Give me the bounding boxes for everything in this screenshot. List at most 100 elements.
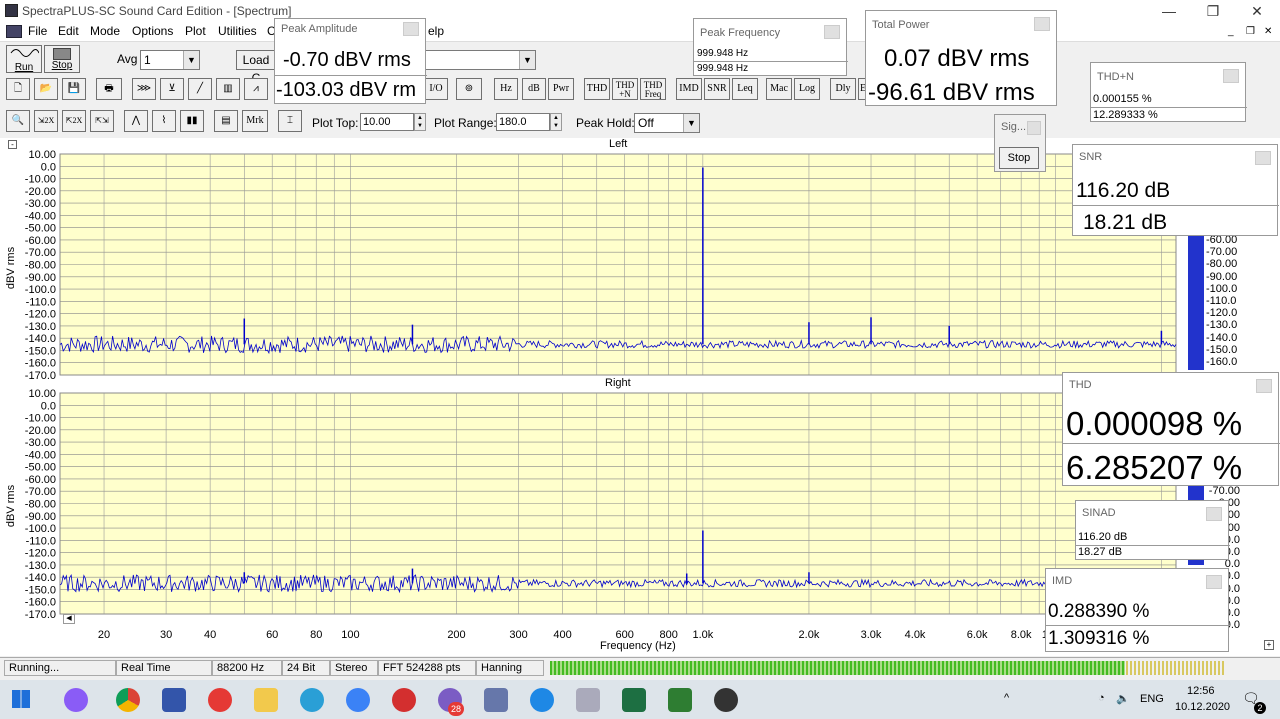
imd-window[interactable]: IMD 0.288390 % 1.309316 % [1045, 568, 1230, 652]
snr-button[interactable]: SNR [704, 78, 730, 100]
thd-button[interactable]: THD [584, 78, 610, 100]
tray-network-icon[interactable]: ◔ [1098, 692, 1105, 704]
tray-chevron-icon[interactable]: ^ [1004, 692, 1009, 704]
yandex-icon[interactable] [208, 688, 232, 712]
zoom-in-x-button[interactable]: ⇲2X [34, 110, 58, 132]
close-icon[interactable] [1206, 507, 1222, 521]
cursor-button[interactable]: ⌶ [278, 110, 302, 132]
hscroll-left-button[interactable]: ◀ [63, 614, 75, 624]
tray-lang[interactable]: ENG [1140, 693, 1164, 705]
phase-mode-button[interactable]: ⊻ [160, 78, 184, 100]
close-icon[interactable] [1206, 575, 1222, 589]
marker-button[interactable]: Mrk [242, 110, 268, 132]
collapse-button[interactable]: - [8, 140, 17, 149]
spectraplus-icon[interactable] [484, 688, 508, 712]
menu-file[interactable]: File [28, 24, 47, 38]
zoom-out-x-button[interactable]: ⇱2X [62, 110, 86, 132]
menu-help[interactable]: elp [428, 24, 444, 38]
thd-freq-button[interactable]: THD Freq [640, 78, 666, 100]
close-icon[interactable] [1034, 17, 1050, 31]
close-icon[interactable] [1223, 69, 1239, 83]
tray-volume-icon[interactable]: 🔈 [1116, 692, 1130, 705]
plot-resize-button[interactable]: + [1264, 640, 1274, 650]
harmonic-marker-button[interactable]: ⌇ [152, 110, 176, 132]
minimize-button[interactable]: — [1146, 0, 1192, 22]
bars-button[interactable]: ▮▮ [180, 110, 204, 132]
run-button[interactable]: Run [6, 45, 42, 73]
mac-button[interactable]: Mac [766, 78, 792, 100]
stop-button[interactable]: Stop [44, 45, 80, 73]
avg-select[interactable]: 1 ▼ [140, 50, 200, 70]
restore-button[interactable]: ❐ [1190, 0, 1236, 22]
paint-icon[interactable] [576, 688, 600, 712]
generator-button[interactable]: ⊚ [456, 78, 482, 100]
plot-top-spinner[interactable]: ▲ ▼ [414, 113, 426, 131]
io-button[interactable]: I/O [424, 78, 448, 100]
menu-options[interactable]: Options [132, 24, 173, 38]
thd-n-window[interactable]: THD+N 0.000155 % 12.289333 % [1090, 62, 1247, 122]
snr-window[interactable]: SNR 116.20 dB 18.21 dB [1072, 144, 1279, 236]
open-button[interactable]: 📂 [34, 78, 58, 100]
close-button[interactable]: ✕ [1234, 0, 1280, 22]
close-icon[interactable] [1256, 379, 1272, 393]
plot-range-spinner[interactable]: ▲ ▼ [550, 113, 562, 131]
waterfall-button[interactable]: ⩘ [244, 78, 268, 100]
excel-icon[interactable] [622, 688, 646, 712]
xtick-label: 100 [341, 629, 359, 641]
menu-edit[interactable]: Edit [58, 24, 79, 38]
print-button[interactable]: 🖶 [96, 78, 122, 100]
messenger-icon[interactable] [346, 688, 370, 712]
tray-time[interactable]: 12:56 [1187, 685, 1215, 697]
plot-range-input[interactable] [496, 113, 550, 131]
log-button[interactable]: Log [794, 78, 820, 100]
mdi-minimize-icon[interactable]: _ [1228, 26, 1234, 37]
spectrogram-button[interactable]: ▥ [216, 78, 240, 100]
save-button[interactable]: 💾 [62, 78, 86, 100]
sinad-window[interactable]: SINAD 116.20 dB 18.27 dB [1075, 500, 1230, 560]
config-select[interactable]: ▼ [420, 50, 536, 70]
mdi-close-icon[interactable]: ✕ [1264, 26, 1272, 37]
chrome-icon[interactable] [116, 688, 140, 712]
cortana-icon[interactable] [64, 688, 88, 712]
thdn-button[interactable]: THD +N [612, 78, 638, 100]
signal-window[interactable]: Sig... Stop [994, 114, 1046, 172]
spectrum-mode-button[interactable]: ⋙ [132, 78, 156, 100]
imd-button[interactable]: IMD [676, 78, 702, 100]
plot-top-input[interactable] [360, 113, 414, 131]
load-button[interactable]: Load C [236, 50, 276, 85]
plane-icon[interactable] [530, 688, 554, 712]
pwr-button[interactable]: Pwr [548, 78, 574, 100]
windows-start-icon[interactable] [12, 690, 30, 708]
floppy-icon[interactable] [162, 688, 186, 712]
menu-plot[interactable]: Plot [185, 24, 206, 38]
mdi-restore-icon[interactable]: ❐ [1246, 26, 1255, 37]
gear-icon[interactable] [714, 688, 738, 712]
peak-marker-button[interactable]: ⋀ [124, 110, 148, 132]
new-button[interactable]: 🗋 [6, 78, 30, 100]
file-explorer-icon[interactable] [254, 688, 278, 712]
peak-amplitude-window[interactable]: Peak Amplitude -0.70 dBV rms -103.03 dBV… [274, 18, 427, 104]
table-button[interactable]: ▤ [214, 110, 238, 132]
peak-frequency-window[interactable]: Peak Frequency 999.948 Hz 999.948 Hz [693, 18, 848, 76]
dly-button[interactable]: Dly [830, 78, 856, 100]
close-icon[interactable] [1255, 151, 1271, 165]
hz-button[interactable]: Hz [494, 78, 518, 100]
close-icon[interactable] [403, 22, 419, 36]
thd-window[interactable]: THD 0.000098 % 6.285207 % [1062, 372, 1280, 486]
telegram-icon[interactable] [300, 688, 324, 712]
zoom-out-full-button[interactable]: ⇱⇲ [90, 110, 114, 132]
peak-hold-select[interactable]: Off ▼ [634, 113, 700, 133]
close-icon[interactable] [1027, 121, 1041, 135]
db-button[interactable]: dB [522, 78, 546, 100]
waveform-icon[interactable] [668, 688, 692, 712]
tray-date[interactable]: 10.12.2020 [1175, 701, 1230, 713]
leq-button[interactable]: Leq [732, 78, 758, 100]
transfer-mode-button[interactable]: ╱ [188, 78, 212, 100]
headphones-icon[interactable] [392, 688, 416, 712]
menu-mode[interactable]: Mode [90, 24, 120, 38]
signal-stop-button[interactable]: Stop [999, 147, 1039, 169]
zoom-button[interactable]: 🔍 [6, 110, 30, 132]
close-icon[interactable] [824, 25, 840, 39]
total-power-window[interactable]: Total Power 0.07 dBV rms -96.61 dBV rms [865, 10, 1057, 106]
menu-utilities[interactable]: Utilities [218, 24, 257, 38]
